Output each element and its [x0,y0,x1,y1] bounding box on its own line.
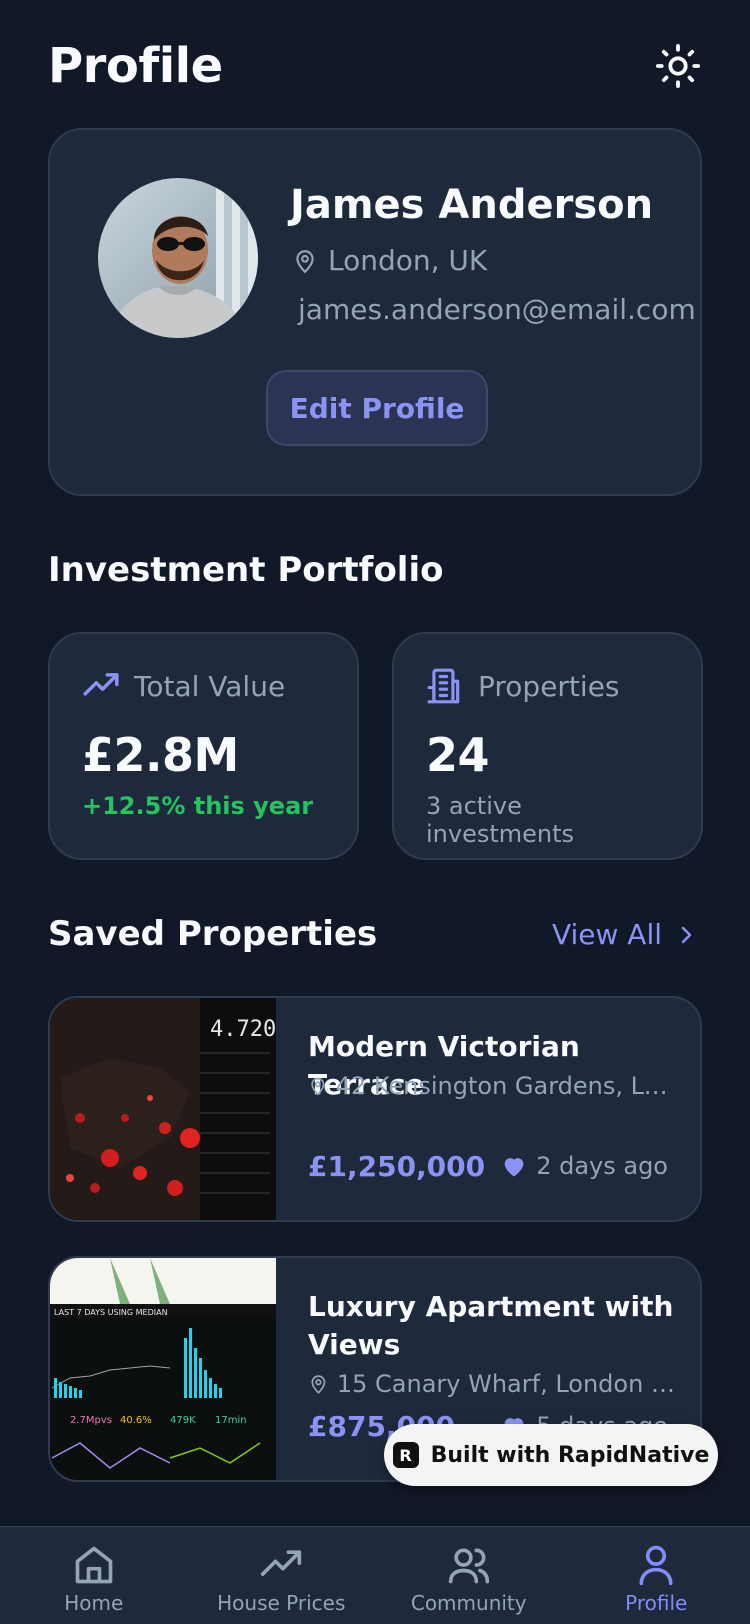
profile-email: james.anderson@email.com [298,293,696,326]
built-with-badge[interactable]: R Built with RapidNative [384,1424,718,1486]
svg-text:479K: 479K [170,1415,196,1426]
svg-text:2.7Mpvs: 2.7Mpvs [70,1415,112,1426]
rapidnative-logo-icon: R [392,1442,419,1468]
stat-card-properties[interactable]: Properties 24 3 active investments [392,632,703,860]
property-address: 15 Canary Wharf, London E14 [308,1370,678,1398]
tab-community[interactable]: Community [375,1527,563,1624]
tab-house-prices[interactable]: House Prices [188,1527,376,1624]
portfolio-title: Investment Portfolio [48,550,444,590]
tab-label: Community [410,1591,527,1615]
map-pin-icon [311,1077,325,1096]
building-icon [427,668,460,704]
property-image: 4.720 [50,998,276,1220]
stat-subtext: 3 active investments [426,792,575,848]
map-pin-icon [296,249,314,273]
tab-label: Profile [625,1591,688,1615]
svg-text:LAST 7 DAYS USING MEDIAN: LAST 7 DAYS USING MEDIAN [54,1308,168,1317]
svg-text:40.6%: 40.6% [120,1415,152,1426]
trending-up-icon [83,673,119,696]
property-saved-info: 2 days ago [500,1152,668,1180]
built-with-text: Built with RapidNative [430,1442,710,1468]
tab-profile[interactable]: Profile [563,1527,750,1624]
stat-value: 24 [426,728,490,782]
chevron-right-icon [681,926,692,943]
stat-change: +12.5% this year [82,792,314,820]
view-all-link[interactable]: View All [552,918,698,951]
svg-text:17min: 17min [215,1415,247,1426]
location-text: London, UK [328,244,488,277]
profile-card: James Anderson London, UK james.anderson… [48,128,702,496]
property-address-text: 15 Canary Wharf, London E14 [336,1370,678,1398]
users-icon [448,1548,489,1584]
property-address-text: 42 Kensington Gardens, London [335,1072,678,1100]
map-pin-icon [311,1375,326,1394]
property-price: £1,250,000 [308,1150,486,1183]
sun-icon [655,43,701,89]
trending-up-icon [261,1550,302,1576]
bottom-tab-bar: Home House Prices Community Profile [0,1526,750,1624]
stat-card-total-value[interactable]: Total Value £2.8M +12.5% this year [48,632,359,860]
heart-icon[interactable] [500,1152,528,1180]
tab-home[interactable]: Home [0,1527,188,1624]
header: Profile [48,36,702,96]
property-card[interactable]: 4.720 Modern Victorian Terrace 42 Kensin… [48,996,702,1222]
stat-label: Total Value [134,669,286,703]
svg-text:4.720: 4.720 [210,1017,276,1042]
stat-value: £2.8M [82,728,239,782]
profile-location: London, UK [292,244,487,277]
page-title: Profile [48,38,223,94]
user-icon [639,1545,673,1586]
saved-properties-title: Saved Properties [48,914,378,954]
edit-profile-button[interactable]: Edit Profile [266,370,488,446]
home-icon [75,1546,113,1584]
stat-label: Properties [478,669,620,703]
theme-toggle-button[interactable] [654,42,702,90]
tab-label: House Prices [217,1591,346,1615]
property-address: 42 Kensington Gardens, London [308,1072,678,1100]
tab-label: Home [64,1591,124,1615]
view-all-label: View All [551,918,662,951]
property-title: Luxury Apartment with Views [308,1290,674,1361]
saved-time: 2 days ago [536,1152,668,1180]
profile-name: James Anderson [290,182,654,228]
avatar[interactable] [98,178,258,338]
property-image: LAST 7 DAYS USING MEDIAN 2.7Mpvs 40.6% 4… [50,1258,276,1480]
